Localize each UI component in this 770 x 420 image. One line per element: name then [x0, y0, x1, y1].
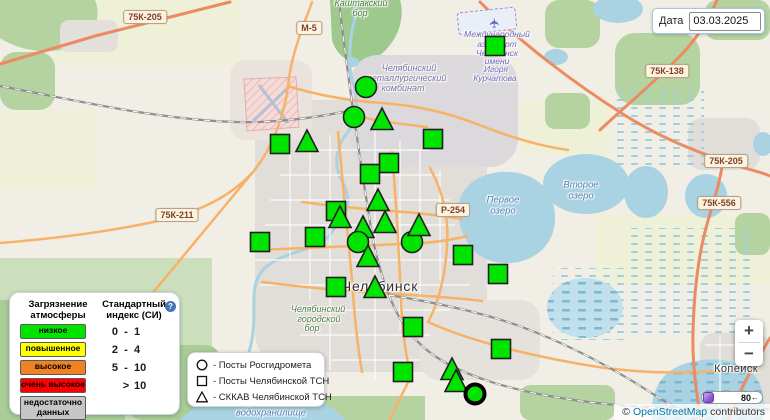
air-quality-map-app: КаштакскийборЧелябинскийметаллургический… — [0, 0, 770, 420]
legend-rows: низкое 0-1 повышенное 2-4 высокое 5-10 о… — [10, 324, 179, 420]
copyright-symbol: © — [622, 406, 630, 418]
contributors-text: contributors — [710, 406, 765, 418]
station-marker-triangle[interactable] — [361, 273, 389, 301]
triangle-icon — [196, 391, 208, 403]
date-panel: Дата — [652, 8, 765, 34]
range-from — [102, 380, 118, 392]
legend-chip-elevated: повышенное — [20, 342, 86, 357]
station-marker-circle[interactable] — [340, 103, 368, 131]
legend-row-low: низкое 0-1 — [20, 324, 179, 339]
range-mid: - — [118, 362, 134, 374]
marker-legend-label: - СККАВ Челябинской ТСН — [213, 392, 332, 403]
station-marker-circle[interactable] — [352, 73, 380, 101]
station-marker-square[interactable] — [389, 358, 417, 386]
station-marker-square[interactable] — [301, 223, 329, 251]
range-to: 1 — [134, 326, 152, 338]
marker-types-legend-panel: - Посты Росгидромета - Посты Челябинской… — [187, 352, 325, 407]
legend-header: Загрязнение атмосферы Стандартный индекс… — [10, 298, 179, 324]
station-marker-square[interactable] — [481, 32, 509, 60]
zoom-out-button[interactable]: − — [735, 343, 763, 365]
slider-value: 80 — [741, 393, 751, 403]
station-marker-square[interactable] — [322, 273, 350, 301]
info-icon[interactable]: ? — [165, 301, 176, 312]
marker-legend-skkav: - СККАВ Челябинской ТСН — [196, 391, 318, 403]
legend-row-elevated: повышенное 2-4 — [20, 342, 179, 357]
zoom-in-button[interactable]: + — [735, 320, 763, 342]
station-marker-square[interactable] — [399, 313, 427, 341]
marker-legend-roshydromet: - Посты Росгидромета — [196, 359, 318, 371]
slider-arrow-icon: ← — [751, 393, 759, 402]
legend-chip-high: высокое — [20, 360, 86, 375]
station-marker-triangle[interactable] — [371, 208, 399, 236]
range-mid: - — [118, 344, 134, 356]
legend-row-very-high: очень высокое >10 — [20, 378, 179, 393]
zoom-control: + − — [735, 320, 763, 366]
station-marker-square[interactable] — [484, 260, 512, 288]
station-marker-triangle[interactable] — [368, 105, 396, 133]
square-icon — [196, 375, 208, 387]
range-to: 10 — [134, 362, 152, 374]
station-marker-square[interactable] — [246, 228, 274, 256]
pollution-legend-panel: Загрязнение атмосферы Стандартный индекс… — [9, 292, 180, 415]
legend-chip-low: низкое — [20, 324, 86, 339]
range-from: 2 — [102, 344, 118, 356]
range-from: 5 — [102, 362, 118, 374]
osm-link[interactable]: OpenStreetMap — [633, 406, 707, 418]
legend-chip-no-data: недостаточно данных — [20, 396, 86, 420]
station-marker-triangle[interactable] — [326, 203, 354, 231]
circle-icon — [196, 359, 208, 371]
range-to: 4 — [134, 344, 152, 356]
legend-col2-header: Стандартный индекс (СИ) ? — [98, 300, 170, 321]
legend-row-high: высокое 5-10 — [20, 360, 179, 375]
legend-row-no-data: недостаточно данных — [20, 396, 179, 420]
opacity-slider[interactable]: 80 ← — [701, 391, 763, 404]
date-input[interactable] — [689, 12, 761, 31]
map-attribution: © OpenStreetMap contributors — [614, 404, 770, 420]
range-mid: - — [118, 326, 134, 338]
slider-thumb[interactable] — [703, 392, 714, 403]
station-marker-square[interactable] — [356, 160, 384, 188]
station-marker-triangle[interactable] — [405, 211, 433, 239]
station-marker-circle-selected[interactable] — [461, 380, 489, 408]
station-marker-square[interactable] — [266, 130, 294, 158]
legend-chip-very-high: очень высокое — [20, 378, 86, 393]
legend-col2-text: Стандартный индекс (СИ) — [102, 299, 166, 321]
range-from: 0 — [102, 326, 118, 338]
marker-legend-label: - Посты Росгидромета — [213, 360, 311, 371]
station-marker-triangle[interactable] — [293, 127, 321, 155]
legend-col1-header: Загрязнение атмосферы — [18, 300, 98, 321]
marker-legend-tsn-posts: - Посты Челябинской ТСН — [196, 375, 318, 387]
range-mid: > — [118, 380, 134, 392]
range-to: 10 — [134, 380, 152, 392]
station-marker-square[interactable] — [487, 335, 515, 363]
station-marker-triangle[interactable] — [354, 242, 382, 270]
station-marker-square[interactable] — [449, 241, 477, 269]
marker-legend-label: - Посты Челябинской ТСН — [213, 376, 329, 387]
date-label: Дата — [659, 15, 683, 27]
station-marker-square[interactable] — [419, 125, 447, 153]
